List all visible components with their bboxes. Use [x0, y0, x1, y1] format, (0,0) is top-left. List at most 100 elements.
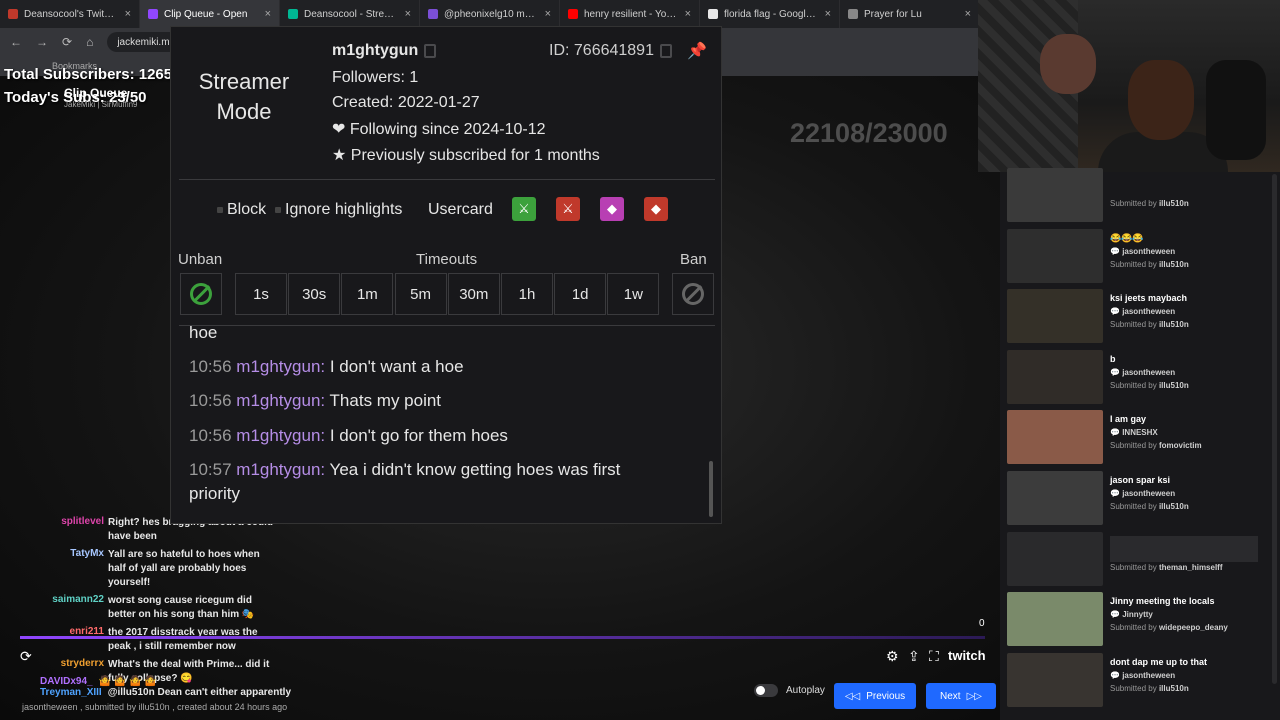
unmod-sword-icon[interactable]: ⚔ — [556, 197, 580, 221]
fullscreen-icon[interactable]: ⛶ — [929, 648, 939, 665]
checkbox-icon — [217, 207, 223, 213]
unvip-gem-icon[interactable]: ◆ — [644, 197, 668, 221]
chat-username[interactable]: enri211 — [30, 626, 108, 654]
message-user[interactable]: m1ghtygun: — [236, 460, 325, 479]
clip-item[interactable]: ksi jeets maybach 💬 jasontheween Submitted… — [1007, 289, 1273, 345]
timeout-button[interactable]: 30s — [288, 273, 341, 315]
next-button[interactable]: Next ▷▷ — [926, 683, 996, 709]
close-icon[interactable]: × — [125, 8, 131, 20]
id-text: ID: 766641891 — [549, 42, 654, 59]
timeout-button[interactable]: 1h — [501, 273, 553, 315]
clip-thumbnail[interactable] — [1007, 168, 1103, 222]
usercard-id: ID: 766641891 — [549, 42, 672, 60]
clip-item[interactable]: jason spar ksi 💬 jasontheween Submitted by… — [1007, 471, 1273, 527]
browser-tab[interactable]: Deansocool's Twitch Statistic × — [0, 0, 140, 28]
usercard-username[interactable]: m1ghtygun — [332, 42, 437, 60]
forward-icon[interactable]: → — [36, 35, 48, 49]
tab-title: @pheonixelg10 mention — [444, 8, 539, 20]
previous-label: Previous — [866, 690, 906, 702]
clip-thumbnail[interactable] — [1007, 349, 1103, 404]
browser-tab[interactable]: florida flag - Google Search × — [700, 0, 840, 28]
timeout-button[interactable]: 1m — [341, 273, 394, 315]
clip-title: ksi jeets maybach — [1110, 293, 1188, 304]
url-field[interactable]: jackemiki.m — [107, 32, 180, 52]
clip-thumbnail[interactable] — [1007, 531, 1103, 586]
message-user[interactable]: m1ghtygun: — [236, 426, 325, 445]
clip-author-name: Jinnytty — [1122, 610, 1153, 620]
replay-icon[interactable]: ⟳ — [20, 648, 32, 665]
message-user[interactable]: m1ghtygun: — [236, 391, 325, 410]
clip-item[interactable]: I am gay 💬 INNESHX Submitted by fomovictim — [1007, 410, 1273, 466]
close-icon[interactable]: × — [825, 8, 831, 20]
clip-thumbnail[interactable] — [1007, 652, 1103, 707]
previous-button[interactable]: ◁◁ Previous — [834, 683, 916, 709]
message-text: Thats my point — [329, 391, 442, 410]
clip-title: I am gay — [1110, 414, 1147, 425]
clip-item[interactable]: b 💬 jasontheween Submitted by illu510n — [1007, 349, 1273, 406]
log-message: 10:56 m1ghtygun: I don't want a hoe — [189, 355, 669, 379]
timeout-button[interactable]: 1w — [607, 273, 660, 315]
close-icon[interactable]: × — [265, 8, 271, 20]
pin-icon[interactable]: 📌 — [687, 41, 707, 61]
clip-list-scrollbar[interactable] — [1272, 174, 1277, 684]
ban-label: Ban — [680, 251, 707, 268]
home-icon[interactable]: ⌂ — [86, 35, 93, 49]
timeout-button[interactable]: 1d — [554, 273, 607, 315]
close-icon[interactable]: × — [965, 8, 971, 20]
microphone — [1206, 60, 1266, 160]
submitter-name: theman_himselff — [1158, 562, 1223, 572]
clip-item[interactable]: Submitted by illu510n — [1007, 168, 1273, 224]
clip-item[interactable]: Submitted by theman_himselff — [1007, 531, 1273, 588]
clip-title: b — [1110, 353, 1116, 364]
clip-item[interactable]: Jinny meeting the locals 💬 Jinnytty Submit… — [1007, 592, 1273, 648]
copy-id-icon[interactable] — [659, 43, 672, 58]
timeouts-label: Timeouts — [416, 251, 478, 268]
tab-favicon-icon — [848, 9, 858, 19]
copy-icon[interactable] — [424, 43, 437, 58]
twitch-logo[interactable]: twitch — [948, 648, 986, 663]
clip-item[interactable]: 😂😂😂 💬 jasontheween Submitted by illu510n — [1007, 228, 1273, 285]
browser-tab[interactable]: Clip Queue - Open × — [140, 0, 280, 28]
chat-username[interactable]: splitlevel — [30, 516, 108, 544]
block-checkbox[interactable]: Block — [217, 201, 266, 219]
chat-username[interactable]: saimann22 — [30, 594, 108, 622]
clip-queue-title: Clip Queue — [64, 86, 128, 100]
submitted-by-label: Submitted by — [1110, 441, 1157, 451]
unban-button[interactable] — [180, 273, 222, 315]
ban-button[interactable] — [672, 273, 714, 315]
clip-thumbnail[interactable] — [1007, 592, 1103, 647]
browser-tab[interactable]: Deansocool - Streamer Over × — [280, 0, 420, 28]
followers-count: Followers: 1 — [332, 69, 419, 86]
message-log-scrollbar[interactable] — [709, 461, 713, 517]
back-icon[interactable]: ← — [10, 35, 22, 49]
close-icon[interactable]: × — [685, 8, 691, 20]
browser-tab[interactable]: @pheonixelg10 mention × — [420, 0, 560, 28]
timeout-button[interactable]: 1s — [235, 273, 287, 315]
timeout-button[interactable]: 5m — [394, 273, 447, 315]
chat-text: Yall are so hateful to hoes when half of… — [108, 549, 260, 588]
message-user[interactable]: m1ghtygun: — [236, 357, 325, 376]
chat-username[interactable]: TatyMx — [30, 548, 108, 590]
clip-thumbnail[interactable] — [1007, 289, 1103, 344]
ignore-highlights-checkbox[interactable]: Ignore highlights — [275, 201, 402, 219]
settings-icon[interactable]: ⚙ — [886, 648, 899, 665]
close-icon[interactable]: × — [405, 8, 411, 20]
reload-icon[interactable]: ⟳ — [62, 35, 72, 49]
mod-sword-icon[interactable]: ⚔ — [512, 197, 536, 221]
tab-title: Clip Queue - Open — [164, 8, 248, 20]
timeout-button[interactable]: 30m — [447, 273, 500, 315]
usercard-button[interactable]: Usercard — [428, 201, 493, 219]
clip-submitter: Submitted by widepeepo_deany — [1110, 623, 1228, 632]
clip-thumbnail[interactable] — [1007, 471, 1103, 525]
share-icon[interactable]: ⇪ — [908, 648, 920, 665]
browser-tab[interactable]: henry resilient - YouTube × — [560, 0, 700, 28]
clip-progress-bar[interactable] — [20, 636, 985, 639]
vip-gem-icon[interactable]: ◆ — [600, 197, 624, 221]
close-icon[interactable]: × — [545, 8, 551, 20]
autoplay-toggle[interactable] — [754, 684, 778, 697]
clip-item[interactable]: dont dap me up to that 💬 jasontheween Subm… — [1007, 652, 1273, 709]
clip-thumbnail[interactable] — [1007, 410, 1103, 465]
clip-thumbnail[interactable] — [1007, 228, 1103, 283]
browser-tab[interactable]: Prayer for Lu × — [840, 0, 980, 28]
submitter-name: illu510n — [1158, 199, 1189, 208]
